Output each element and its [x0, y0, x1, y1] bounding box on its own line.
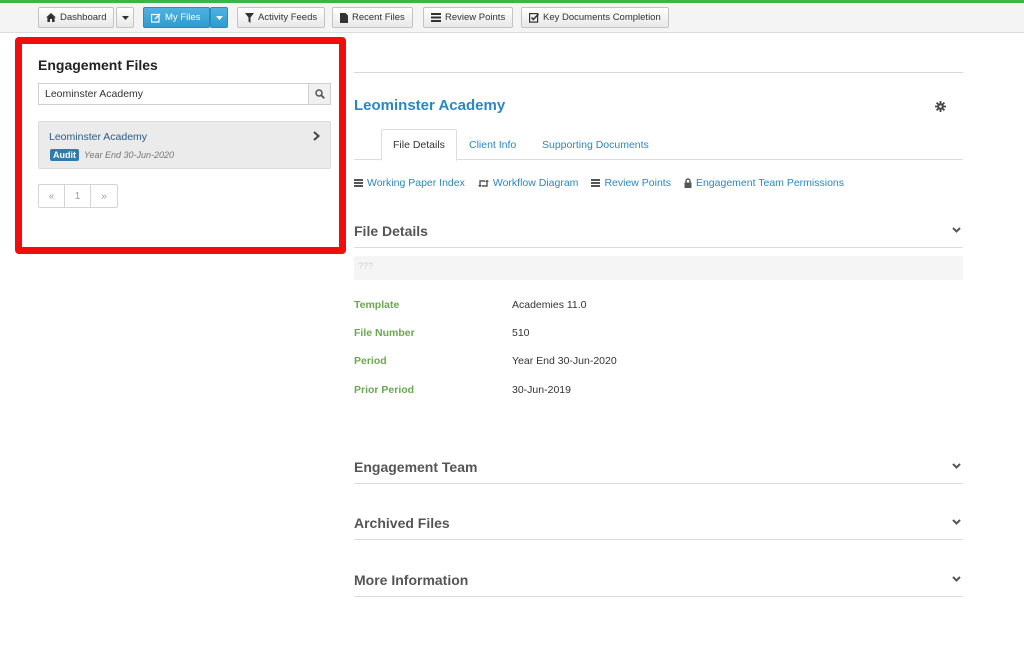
pagination-page-1[interactable]: 1: [65, 185, 91, 207]
working-paper-index-link[interactable]: Working Paper Index: [354, 177, 465, 189]
audit-badge: Audit: [50, 149, 79, 161]
more-information-section-title: More Information: [354, 572, 469, 588]
prior-period-value: 30-Jun-2019: [512, 384, 571, 396]
activity-feeds-label: Activity Feeds: [258, 12, 318, 23]
workflow-diagram-label: Workflow Diagram: [492, 177, 579, 189]
my-files-button[interactable]: My Files: [143, 7, 210, 28]
file-action-links: Working Paper Index Workflow Diagram Rev…: [354, 177, 844, 189]
list-icon: [354, 179, 363, 187]
dashboard-button[interactable]: Dashboard: [38, 7, 115, 28]
engagement-team-permissions-link[interactable]: Engagement Team Permissions: [684, 177, 844, 189]
top-navbar: Dashboard My Files Activity Feeds Recent…: [0, 3, 1024, 33]
pagination-next[interactable]: »: [91, 185, 117, 207]
prior-period-label: Prior Period: [354, 384, 415, 396]
chevron-down-icon: [952, 576, 961, 582]
file-number-value: 510: [512, 327, 530, 339]
gear-icon[interactable]: [935, 101, 946, 112]
key-documents-completion-label: Key Documents Completion: [543, 12, 661, 23]
file-notes-box: ???: [354, 256, 963, 280]
lock-icon: [684, 178, 692, 188]
chevron-down-icon: [952, 519, 961, 525]
result-name: Leominster Academy: [49, 131, 148, 143]
file-title: Leominster Academy: [354, 97, 506, 114]
tab-supporting-documents[interactable]: Supporting Documents: [531, 129, 660, 160]
workflow-diagram-link[interactable]: Workflow Diagram: [477, 177, 579, 189]
activity-feeds-button[interactable]: Activity Feeds: [237, 7, 326, 28]
engagement-search: [38, 83, 331, 105]
file-number-label: File Number: [354, 327, 415, 339]
template-label: Template: [354, 299, 400, 311]
caret-down-icon: [215, 15, 223, 20]
my-files-label: My Files: [165, 12, 201, 23]
period-label: Period: [354, 355, 387, 367]
retweet-icon: [477, 179, 489, 187]
chevron-right-icon: [313, 131, 320, 141]
engagement-team-section-header[interactable]: Engagement Team: [354, 454, 963, 484]
template-value: Academies 11.0: [512, 299, 587, 311]
working-paper-index-label: Working Paper Index: [367, 177, 465, 189]
check-square-icon: [529, 12, 539, 23]
header-divider: [354, 72, 963, 73]
engagement-team-permissions-label: Engagement Team Permissions: [695, 177, 845, 189]
key-documents-completion-button[interactable]: Key Documents Completion: [521, 7, 669, 28]
dashboard-dropdown-toggle[interactable]: [116, 7, 134, 28]
result-year-end: Year End 30-Jun-2020: [84, 150, 175, 160]
tab-file-details[interactable]: File Details: [381, 129, 457, 161]
my-files-dropdown-toggle[interactable]: [210, 7, 228, 28]
more-information-section-header[interactable]: More Information: [354, 567, 963, 597]
review-points-button[interactable]: Review Points: [423, 7, 514, 28]
file-tabs: File Details Client Info Supporting Docu…: [354, 129, 963, 161]
list-icon: [591, 179, 601, 187]
edit-icon: [151, 13, 161, 23]
recent-files-label: Recent Files: [352, 12, 405, 23]
search-button[interactable]: [308, 84, 330, 104]
pagination: « 1 »: [38, 184, 118, 208]
review-points-label: Review Points: [445, 12, 506, 23]
tab-client-info[interactable]: Client Info: [458, 129, 527, 160]
dashboard-label: Dashboard: [60, 12, 107, 23]
review-points-link[interactable]: Review Points: [591, 177, 671, 189]
engagement-search-input[interactable]: [39, 84, 310, 104]
chevron-down-icon: [952, 227, 961, 233]
recent-files-button[interactable]: Recent Files: [332, 7, 413, 28]
list-icon: [431, 13, 441, 22]
search-icon: [314, 89, 325, 99]
engagement-team-section-title: Engagement Team: [354, 459, 478, 475]
filter-icon: [245, 12, 254, 23]
caret-down-icon: [121, 15, 129, 20]
period-value: Year End 30-Jun-2020: [512, 355, 617, 367]
archived-files-section-header[interactable]: Archived Files: [354, 510, 963, 540]
pagination-prev[interactable]: «: [39, 185, 65, 207]
home-icon: [46, 13, 56, 22]
review-points-link-label: Review Points: [604, 177, 671, 189]
chevron-down-icon: [952, 463, 961, 469]
file-details-section-title: File Details: [354, 223, 428, 239]
file-details-section-header[interactable]: File Details: [354, 218, 963, 248]
file-notes-text: ???: [358, 261, 374, 271]
archived-files-section-title: Archived Files: [354, 515, 450, 531]
engagement-result-item[interactable]: Leominster Academy Audit Year End 30-Jun…: [38, 121, 331, 169]
engagement-files-title: Engagement Files: [38, 57, 158, 73]
file-icon: [340, 12, 348, 23]
